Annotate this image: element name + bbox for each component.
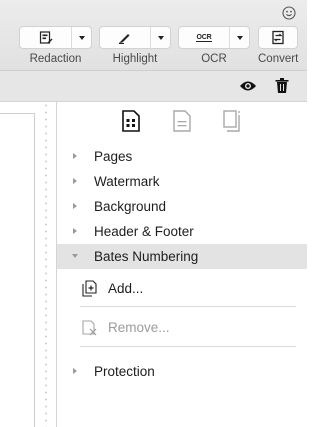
divider — [80, 306, 296, 307]
section-watermark[interactable]: Watermark — [57, 169, 307, 194]
redaction-dropdown[interactable] — [71, 27, 91, 48]
redaction-button[interactable] — [20, 27, 71, 48]
add-page-icon — [82, 280, 97, 297]
page-edge — [0, 113, 35, 427]
remove-page-icon — [82, 320, 97, 336]
chevron-down-icon — [157, 35, 164, 40]
section-bates-numbering[interactable]: Bates Numbering — [57, 244, 307, 269]
section-background[interactable]: Background — [57, 194, 307, 219]
disclosure-arrow-icon — [73, 203, 77, 209]
ocr-button[interactable]: OCR — [179, 27, 229, 48]
bates-remove-button[interactable]: Remove... — [80, 313, 296, 343]
document-tab-icon[interactable] — [172, 110, 192, 132]
redaction-icon — [39, 31, 52, 44]
disclosure-arrow-icon — [73, 228, 77, 234]
ocr-label: OCR — [201, 53, 227, 65]
crop-tab-icon[interactable] — [222, 110, 242, 132]
section-header-footer[interactable]: Header & Footer — [57, 219, 307, 244]
highlight-label: Highlight — [112, 53, 158, 65]
highlight-button[interactable] — [100, 27, 150, 48]
convert-icon — [271, 30, 284, 45]
highlight-button-group — [99, 26, 171, 49]
section-label: Watermark — [94, 174, 160, 189]
redaction-button-group — [19, 26, 92, 49]
disclosure-arrow-icon — [73, 368, 77, 374]
secondary-toolbar — [0, 71, 307, 102]
highlight-dropdown[interactable] — [150, 27, 170, 48]
ocr-icon: OCR — [195, 33, 213, 42]
chevron-down-icon — [78, 35, 85, 40]
section-label: Bates Numbering — [94, 249, 199, 264]
ocr-button-group: OCR — [178, 26, 250, 49]
bates-add-label: Add... — [108, 281, 144, 296]
redaction-label: Redaction — [29, 53, 82, 65]
smiley-feedback-icon[interactable] — [282, 6, 296, 20]
section-label: Background — [94, 199, 167, 214]
page-tools-tab-icon[interactable] — [121, 110, 141, 132]
trash-icon[interactable] — [275, 78, 289, 93]
convert-label: Convert — [258, 53, 299, 65]
eye-icon[interactable] — [239, 80, 257, 92]
section-protection[interactable]: Protection — [57, 359, 307, 384]
highlight-pen-icon — [119, 34, 130, 44]
disclosure-arrow-icon — [73, 178, 77, 184]
ocr-dropdown[interactable] — [229, 27, 249, 48]
bates-remove-label: Remove... — [108, 320, 170, 335]
chevron-down-icon — [236, 35, 243, 40]
disclosure-arrow-down-icon — [72, 254, 78, 258]
divider — [80, 346, 296, 347]
section-label: Protection — [94, 364, 155, 379]
bates-add-button[interactable]: Add... — [80, 274, 296, 304]
convert-button[interactable] — [258, 26, 298, 49]
section-label: Header & Footer — [94, 224, 194, 239]
section-label: Pages — [94, 149, 133, 164]
disclosure-arrow-icon — [73, 153, 77, 159]
section-pages[interactable]: Pages — [57, 144, 307, 169]
splitter-handle[interactable] — [43, 102, 49, 427]
